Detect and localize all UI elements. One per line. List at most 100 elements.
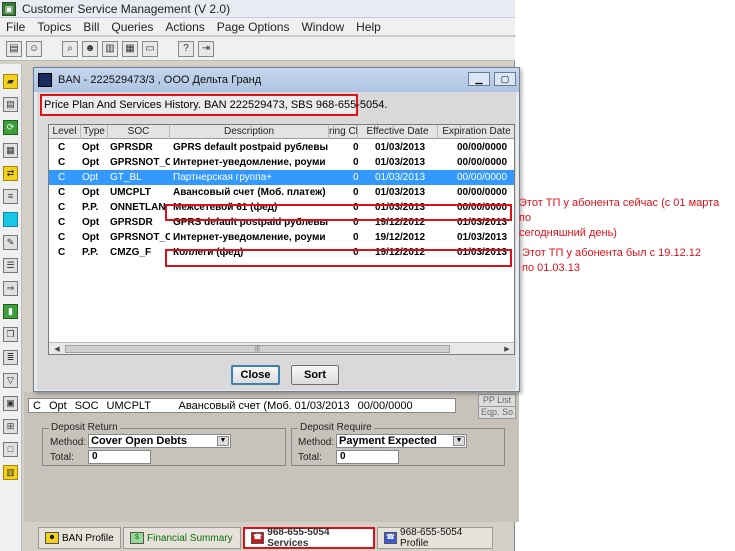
search-icon[interactable]: ⌕: [62, 40, 78, 57]
maximize-icon[interactable]: ▢: [494, 72, 516, 86]
book-icon[interactable]: ▥: [102, 40, 118, 57]
table-row-selected[interactable]: C Opt GT_BL Партнерская группа+ 0 01/03/…: [49, 170, 514, 185]
cell-description: Интернет-уведомление, роуми: [173, 232, 326, 243]
menu-bar: File Topics Bill Queries Actions Page Op…: [0, 18, 515, 36]
tab-services[interactable]: ☎ 968-655-5054 Services: [243, 527, 375, 549]
col-soc[interactable]: SOC: [108, 125, 170, 139]
table-row[interactable]: C Opt GPRSDR GPRS default postpaid рубле…: [49, 140, 514, 155]
col-type[interactable]: Type: [81, 125, 108, 139]
grid-header: Level Type SOC Description ring Ch Effec…: [49, 125, 514, 139]
cell-charge: 0: [353, 142, 359, 153]
cell-level: C: [58, 142, 66, 153]
annotation-current-line2: сегодняшний день): [519, 227, 617, 239]
table-row[interactable]: C Opt UMCPLT Авансовый счет (Моб. платеж…: [49, 185, 514, 200]
chart-icon[interactable]: ▥: [3, 465, 18, 480]
menu-page-options[interactable]: Page Options: [211, 20, 296, 34]
col-charge[interactable]: ring Ch: [329, 125, 358, 139]
cell-level: C: [58, 172, 66, 183]
window-icon[interactable]: □: [3, 442, 18, 457]
layers-icon[interactable]: ≣: [3, 350, 18, 365]
cell-charge: 0: [353, 232, 359, 243]
list-icon[interactable]: ☰: [3, 258, 18, 273]
menu-bill[interactable]: Bill: [77, 20, 105, 34]
close-button[interactable]: Close: [231, 365, 280, 385]
scroll-right-icon[interactable]: ▶: [501, 344, 513, 354]
transfer-icon[interactable]: ⇄: [3, 166, 18, 181]
annotation-previous-plan: Этот ТП у абонента был с 19.12.12 по 01.…: [522, 246, 734, 276]
menu-actions[interactable]: Actions: [159, 20, 210, 34]
background-table-row[interactable]: C Opt SOC UMCPLT Авансовый счет (Моб. пл…: [28, 398, 456, 413]
save-icon[interactable]: ▣: [3, 396, 18, 411]
exit-icon[interactable]: ⇥: [198, 40, 214, 57]
cell-soc: GPRSDR: [110, 142, 153, 153]
table-row[interactable]: C Opt GPRSNOT_C Интернет-уведомление, ро…: [49, 230, 514, 245]
refresh-icon[interactable]: ⟳: [3, 120, 18, 135]
cell-effective: 01/03/2013: [375, 142, 426, 153]
table-row[interactable]: C Opt GPRSNOT_C Интернет-уведомление, ро…: [49, 155, 514, 170]
tab-ban-profile[interactable]: ☻ BAN Profile: [38, 527, 121, 549]
folder-icon[interactable]: ▰: [3, 74, 18, 89]
people-icon[interactable]: ☻: [82, 40, 98, 57]
card-icon[interactable]: ▭: [142, 40, 158, 57]
chevron-down-icon[interactable]: ▼: [217, 436, 229, 446]
deposit-require-total-field[interactable]: 0: [336, 450, 399, 464]
left-toolbar: ▰ ▤ ⟳ ▦ ⇄ ≡ ✎ ☰ ⇒ ▮ ❐ ≣ ▽ ▣ ⊞ □ ▥: [0, 64, 22, 551]
cell-type: Opt: [82, 232, 100, 243]
tab-profile[interactable]: ☎ 968-655-5054 Profile: [377, 527, 493, 549]
copy-icon[interactable]: ❐: [3, 327, 18, 342]
document-icon[interactable]: ▤: [3, 97, 18, 112]
menu-help[interactable]: Help: [350, 20, 387, 34]
col-level[interactable]: Level: [49, 125, 81, 139]
cell-charge: 0: [353, 187, 359, 198]
grid-icon[interactable]: ▦: [122, 40, 138, 57]
col-expiration-date[interactable]: Expiration Date: [438, 125, 514, 139]
cell-soc: ONNETLAN: [110, 202, 166, 213]
menu-file[interactable]: File: [0, 20, 31, 34]
eqp-button[interactable]: Eqp. So: [478, 406, 516, 419]
color-square-icon[interactable]: [3, 212, 18, 227]
menu-topics[interactable]: Topics: [31, 20, 77, 34]
col-description[interactable]: Description: [170, 125, 329, 139]
history-label: Price Plan And Services History. BAN 222…: [40, 94, 387, 116]
cell-soc: GPRSNOT_C: [110, 232, 170, 243]
cell-description: Интернет-уведомление, роуми: [173, 157, 326, 168]
horizontal-scrollbar[interactable]: ◀ ||| ▶: [49, 342, 514, 354]
cell-type: P.P.: [82, 247, 99, 258]
deposit-return-method-select[interactable]: Cover Open Debts ▼: [88, 434, 231, 448]
menu-window[interactable]: Window: [295, 20, 350, 34]
col-effective-date[interactable]: Effective Date: [358, 125, 438, 139]
cell-type: Opt: [82, 157, 100, 168]
cell-type: Opt: [82, 172, 99, 183]
deposit-return-total-field[interactable]: 0: [88, 450, 151, 464]
scroll-left-icon[interactable]: ◀: [51, 344, 63, 354]
bg-exp: 00/00/0000: [357, 399, 413, 412]
help-icon[interactable]: ?: [178, 40, 194, 57]
cell-level: C: [58, 217, 66, 228]
cell-soc: UMCPLT: [110, 187, 151, 198]
pen-icon[interactable]: ✎: [3, 235, 18, 250]
cell-soc: GPRSNOT_C: [110, 157, 170, 168]
page-icon[interactable]: ▮: [3, 304, 18, 319]
tab-financial-summary[interactable]: $ Financial Summary: [123, 527, 241, 549]
calculator-icon[interactable]: ▦: [3, 143, 18, 158]
cell-effective: 19/12/2012: [375, 232, 426, 243]
user-icon[interactable]: ☺: [26, 40, 42, 57]
deposit-require-method-select[interactable]: Payment Expected ▼: [336, 434, 467, 448]
bottom-tabs: ☻ BAN Profile $ Financial Summary ☎ 968-…: [38, 527, 495, 551]
deposit-return-method-label: Method:: [50, 437, 87, 448]
filter-icon[interactable]: ▽: [3, 373, 18, 388]
scrollbar-thumb[interactable]: |||: [65, 345, 450, 353]
tab-label: BAN Profile: [62, 532, 114, 544]
minimize-icon[interactable]: ▁: [468, 72, 490, 86]
app-icon: ▣: [2, 1, 16, 16]
forward-icon[interactable]: ⇒: [3, 281, 18, 296]
cell-level: C: [58, 187, 66, 198]
bg-col: SOC: [74, 399, 99, 412]
sort-button[interactable]: Sort: [291, 365, 339, 385]
tree-icon[interactable]: ⊞: [3, 419, 18, 434]
deposit-require-method-value: Payment Expected: [339, 435, 437, 447]
properties-icon[interactable]: ▤: [6, 40, 22, 57]
menu-queries[interactable]: Queries: [105, 20, 159, 34]
notes-icon[interactable]: ≡: [3, 189, 18, 204]
chevron-down-icon[interactable]: ▼: [453, 436, 465, 446]
